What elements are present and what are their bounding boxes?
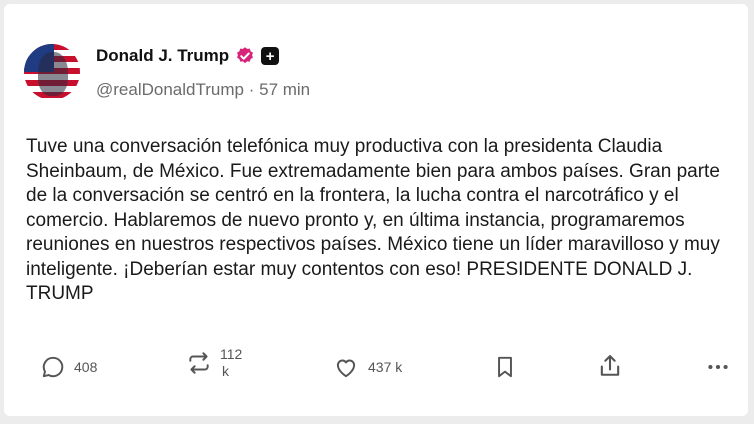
retruth-button[interactable]: 112 k <box>186 346 242 380</box>
author-handle[interactable]: @realDonaldTrump <box>96 80 244 99</box>
author-name-row: Donald J. Trump + <box>96 46 280 66</box>
more-options-button[interactable] <box>704 354 732 380</box>
share-button[interactable] <box>596 352 624 380</box>
bookmark-button[interactable] <box>492 354 518 380</box>
post-time[interactable]: 57 min <box>259 80 310 99</box>
retruth-count-unit: k <box>222 363 229 379</box>
avatar[interactable] <box>24 44 80 100</box>
speech-bubble-icon <box>42 356 64 378</box>
like-count: 437 k <box>368 359 403 375</box>
plus-badge-icon: + <box>261 47 280 65</box>
avatar-face <box>38 52 68 96</box>
action-bar: 408 112 k 437 k <box>4 344 748 388</box>
retruth-count-number: 112 <box>220 346 243 362</box>
author-display-name[interactable]: Donald J. Trump <box>96 46 229 66</box>
retruth-count: 112 k <box>220 346 242 380</box>
post-body: Tuve una conversación telefónica muy pro… <box>26 136 720 304</box>
author-handle-row: @realDonaldTrump · 57 min <box>96 80 310 100</box>
like-button[interactable]: 437 k <box>332 354 402 380</box>
reply-button[interactable]: 408 <box>40 354 97 380</box>
reply-count: 408 <box>74 359 98 375</box>
bookmark-icon <box>498 356 512 378</box>
repost-arrows-icon <box>189 352 209 374</box>
more-dots-icon <box>708 364 728 370</box>
heart-icon <box>336 359 356 378</box>
share-upload-icon <box>600 355 620 376</box>
verified-badge-icon <box>237 47 254 64</box>
post-card: Donald J. Trump + @realDonaldTrump · 57 … <box>4 4 748 416</box>
meta-separator: · <box>248 80 255 99</box>
